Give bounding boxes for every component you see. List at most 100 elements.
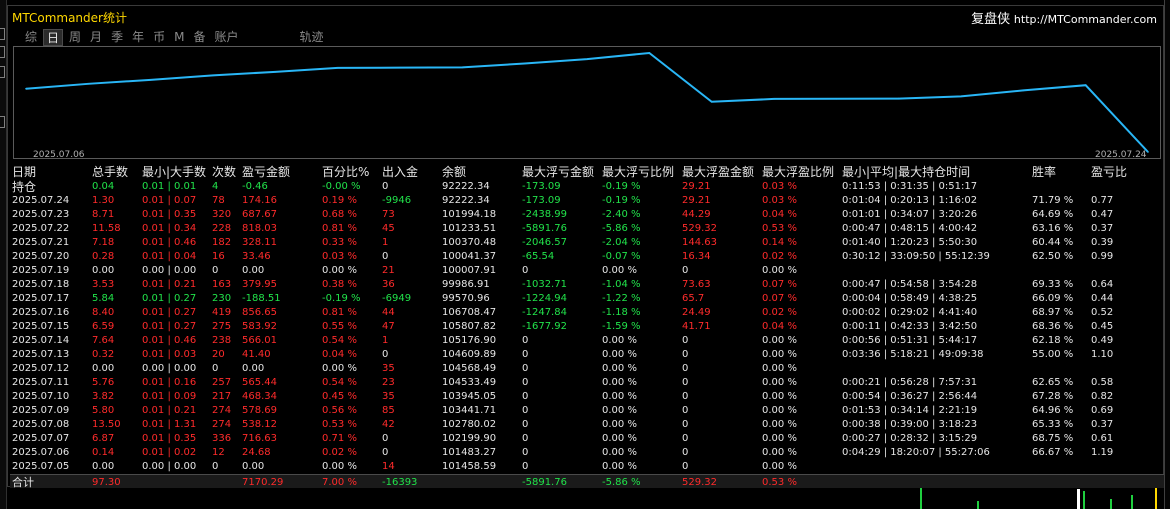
table-row[interactable]: 2025.07.20 0.28 0.01 | 0.04 16 33.46 0.03 % 0 1…	[10, 250, 1164, 264]
cell-pct: 0.54 %	[322, 377, 357, 388]
table-row[interactable]: 2025.07.18 3.53 0.01 | 0.21 163 379.95 0.38 %…	[10, 278, 1164, 292]
tab-9[interactable]: 账户	[211, 29, 241, 46]
tab-6[interactable]: 币	[150, 29, 168, 46]
table-row[interactable]: 2025.07.19 0.00 0.00 | 0.00 0 0.00 0.00 % 21 10…	[10, 264, 1164, 278]
column-header-pnl[interactable]: 盈亏金额	[240, 164, 320, 180]
table-row[interactable]: 2025.07.08 13.50 0.01 | 1.31 274 538.12 0.53 …	[10, 418, 1164, 432]
axis-tick	[0, 46, 5, 58]
volume-bar	[1077, 489, 1080, 509]
table-row[interactable]: 2025.07.24 1.30 0.01 | 0.07 78 174.16 0.19 % -…	[10, 194, 1164, 208]
cell-max-dd: 0	[522, 335, 529, 346]
cell-pnl: 578.69	[242, 405, 277, 416]
cell-max-fp: 29.21	[682, 181, 711, 192]
column-header-pl-ratio[interactable]: 盈亏比	[1089, 164, 1164, 180]
cell-hold-time: 0:00:27 | 0:28:32 | 3:15:29	[842, 433, 978, 444]
tab-2[interactable]: 周	[66, 29, 84, 46]
column-header-flow[interactable]: 出入金	[380, 164, 440, 180]
cell-pl-ratio: 0.45	[1091, 321, 1114, 332]
brand[interactable]: 复盘侠 http://MTCommander.com	[971, 8, 1157, 27]
cell-date: 2025.07.16	[12, 307, 70, 318]
cell-max-dd-pct: 0.00 %	[602, 419, 637, 430]
cell-pl-ratio: 0.37	[1091, 223, 1114, 234]
volume-bar	[1083, 491, 1085, 509]
table-row[interactable]: 2025.07.11 5.76 0.01 | 0.16 257 565.44 0.54 %…	[10, 376, 1164, 390]
cell-hold-time: 0:00:04 | 0:58:49 | 4:38:25	[842, 293, 978, 304]
cell-max-fp: 0	[682, 391, 689, 402]
cell-pnl: 538.12	[242, 419, 277, 430]
cell-count: 0	[212, 265, 219, 276]
table-row[interactable]: 2025.07.14 7.64 0.01 | 0.46 238 566.01 0.54 %…	[10, 334, 1164, 348]
cell-date: 2025.07.12	[12, 363, 70, 374]
column-header-max-dd-pct[interactable]: 最大浮亏比例	[600, 164, 680, 180]
cell-winrate: 62.18 %	[1032, 335, 1074, 346]
column-header-minmax[interactable]: 最小|大手数	[140, 164, 210, 180]
cell-max-dd: -173.09	[522, 195, 561, 206]
cell-max-dd-pct: -2.04 %	[602, 237, 641, 248]
cell-date: 2025.07.11	[12, 377, 70, 388]
table-row[interactable]: 2025.07.12 0.00 0.00 | 0.00 0 0.00 0.00 % 35 10…	[10, 362, 1164, 376]
tab-8[interactable]: 备	[190, 29, 208, 46]
brand-url[interactable]: http://MTCommander.com	[1014, 13, 1157, 26]
column-header-lots[interactable]: 总手数	[90, 164, 140, 180]
cell-date: 2025.07.23	[12, 209, 70, 220]
cell-hold-time: 0:00:54 | 0:36:27 | 2:56:44	[842, 391, 978, 402]
cell-hold-time: 0:01:40 | 1:20:23 | 5:50:30	[842, 237, 978, 248]
cell-balance: 101458.59	[442, 461, 497, 472]
tab-7[interactable]: M	[171, 29, 187, 46]
cell-pnl: 856.65	[242, 307, 277, 318]
cell-max-fp: 73.63	[682, 279, 711, 290]
balance-point	[648, 52, 651, 54]
column-header-date[interactable]: 日期	[10, 164, 90, 180]
holding-row[interactable]: 持仓 0.04 0.01 | 0.01 4 -0.46 -0.00 % 0 92222.34 -…	[10, 180, 1164, 194]
column-header-max-fp[interactable]: 最大浮盈金额	[680, 164, 760, 180]
cell-max-dd: 0	[522, 265, 529, 276]
table-row[interactable]: 2025.07.07 6.87 0.01 | 0.35 336 716.63 0.71 %…	[10, 432, 1164, 446]
tab-4[interactable]: 季	[108, 29, 126, 46]
table-row[interactable]: 2025.07.16 8.40 0.01 | 0.27 419 856.65 0.81 %…	[10, 306, 1164, 320]
column-header-max-dd[interactable]: 最大浮亏金额	[520, 164, 600, 180]
tab-3[interactable]: 月	[87, 29, 105, 46]
table-row[interactable]: 2025.07.17 5.84 0.01 | 0.27 230 -188.51 -0.19…	[10, 292, 1164, 306]
column-header-pct[interactable]: 百分比%	[320, 164, 380, 180]
column-header-balance[interactable]: 余额	[440, 164, 520, 180]
column-header-count[interactable]: 次数	[210, 164, 240, 180]
cell-balance: 104609.89	[442, 349, 497, 360]
table-row[interactable]: 2025.07.15 6.59 0.01 | 0.27 275 583.92 0.55 %…	[10, 320, 1164, 334]
cell-max-fp-pct: 0.00 %	[762, 265, 797, 276]
table-row[interactable]: 2025.07.10 3.82 0.01 | 0.09 217 468.34 0.45 %…	[10, 390, 1164, 404]
cell-hold-time: 0:00:47 | 0:48:15 | 4:00:42	[842, 223, 978, 234]
cell-flow: 35	[382, 363, 395, 374]
cell-flow: -6949	[382, 293, 412, 304]
balance-point	[960, 95, 962, 98]
tab-0[interactable]: 综	[22, 29, 40, 46]
cell-max-dd: -1677.92	[522, 321, 567, 332]
balance-point	[1147, 151, 1149, 153]
table-row[interactable]: 2025.07.23 8.71 0.01 | 0.35 320 687.67 0.68 %…	[10, 208, 1164, 222]
tab-10[interactable]: 轨迹	[297, 29, 327, 46]
table-row[interactable]: 2025.07.06 0.14 0.01 | 0.02 12 24.68 0.02 % 0 1…	[10, 446, 1164, 460]
cell-minmax: 0.01 | 0.01	[142, 181, 197, 192]
tab-5[interactable]: 年	[129, 29, 147, 46]
table-row[interactable]: 2025.07.05 0.00 0.00 | 0.00 0 0.00 0.00 % 14 10…	[10, 460, 1164, 475]
balance-point	[25, 87, 27, 90]
cell-flow: 85	[382, 405, 395, 416]
cell-hold-time	[840, 264, 1030, 278]
column-header-hold-time[interactable]: 最小|平均|最大持仓时间	[840, 164, 1030, 180]
volume-bar	[1155, 488, 1157, 509]
cell-pct: 0.55 %	[322, 321, 357, 332]
cell-max-fp-pct: 0.04 %	[762, 321, 797, 332]
table-row[interactable]: 2025.07.21 7.18 0.01 | 0.46 182 328.11 0.33 %…	[10, 236, 1164, 250]
cell-pl-ratio: 0.77	[1091, 195, 1114, 206]
column-header-winrate[interactable]: 胜率	[1030, 164, 1089, 180]
column-header-max-fp-pct[interactable]: 最大浮盈比例	[760, 164, 840, 180]
tab-1[interactable]: 日	[43, 29, 64, 46]
cell-lots: 0.04	[92, 181, 115, 192]
cell-minmax: 0.01 | 0.07	[142, 195, 197, 206]
table-row[interactable]: 2025.07.09 5.80 0.01 | 0.21 274 578.69 0.56 %…	[10, 404, 1164, 418]
cell-max-fp-pct: 0.03 %	[762, 181, 797, 192]
table-row[interactable]: 2025.07.13 0.32 0.01 | 0.03 20 41.40 0.04 % 0 1…	[10, 348, 1164, 362]
axis-tick	[0, 116, 5, 128]
cell-max-fp-pct: 0.14 %	[762, 237, 797, 248]
period-tabs: 综日周月季年币 M 备账户 轨迹	[22, 29, 330, 46]
table-row[interactable]: 2025.07.22 11.58 0.01 | 0.34 228 818.03 0.81 …	[10, 222, 1164, 236]
